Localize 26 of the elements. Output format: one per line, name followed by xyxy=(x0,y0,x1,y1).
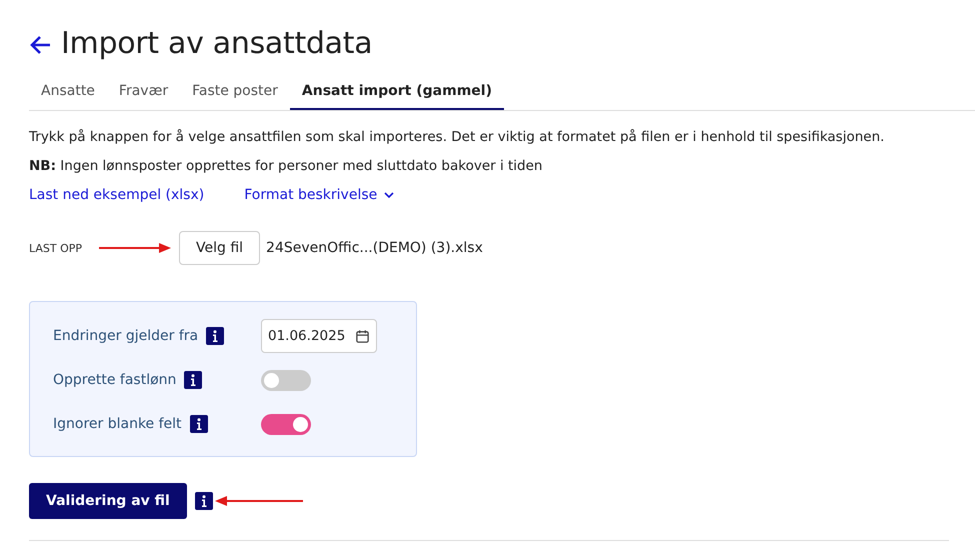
calendar-icon[interactable] xyxy=(355,328,370,344)
format-dropdown[interactable]: Format beskrivelse xyxy=(244,187,396,203)
tab[interactable]: Ansatte xyxy=(29,75,107,110)
choose-file-button[interactable]: Velg fil xyxy=(179,231,260,265)
tab[interactable]: Fravær xyxy=(106,75,180,110)
validate-button[interactable]: Validering av fil xyxy=(29,483,187,519)
info-icon[interactable] xyxy=(184,371,202,389)
toggle-switch[interactable] xyxy=(261,370,311,390)
setting-label: Ignorer blanke felt xyxy=(53,416,182,432)
file-name: 24SevenOffic...(DEMO) (3).xlsx xyxy=(266,240,483,256)
info-icon[interactable] xyxy=(190,415,208,433)
page-title: Import av ansattdata xyxy=(61,26,372,61)
tab[interactable]: Faste poster xyxy=(180,75,290,110)
download-link[interactable]: Last ned eksempel (xlsx) xyxy=(29,187,204,203)
upload-label: LAST OPP xyxy=(29,242,84,254)
arrow-icon xyxy=(214,495,303,507)
date-field[interactable]: 01.06.2025 xyxy=(261,319,378,353)
setting-label: Opprette fastlønn xyxy=(53,372,176,388)
setting-label: Endringer gjelder fra xyxy=(53,328,198,344)
info-icon[interactable] xyxy=(206,327,224,345)
tab[interactable]: Ansatt import (gammel) xyxy=(290,75,504,110)
intro-text: Trykk på knappen for å velge ansattfilen som skal importeres. Det er viktig at formatet på filen er i henhold til spesifikasjonen. xyxy=(29,129,886,145)
toggle-switch[interactable] xyxy=(261,414,311,434)
note-text: NB: Ingen lønnsposter opprettes for personer med sluttdato bakover i tiden xyxy=(29,158,544,174)
info-icon[interactable] xyxy=(194,492,213,510)
arrow-icon xyxy=(99,242,171,254)
